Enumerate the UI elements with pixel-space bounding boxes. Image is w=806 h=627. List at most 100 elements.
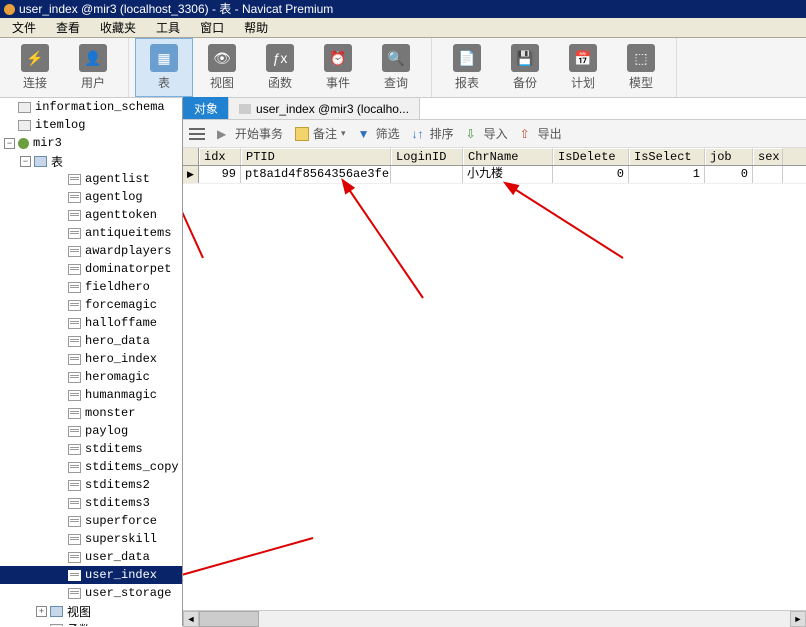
collapse-icon[interactable]: − (20, 156, 31, 167)
sort-button[interactable]: ↓↑ 排序 (412, 125, 454, 142)
tree-item[interactable]: humanmagic (0, 386, 182, 404)
table-icon (68, 480, 81, 491)
scroll-right-arrow[interactable]: ► (790, 611, 806, 627)
scroll-track[interactable] (199, 611, 790, 627)
start-transaction-button[interactable]: ▶ 开始事务 (217, 125, 283, 142)
filter-button[interactable]: ▼ 筛选 (358, 125, 400, 142)
tree-item[interactable]: information_schema (0, 98, 182, 116)
tree-item[interactable]: agentlist (0, 170, 182, 188)
tool-报表[interactable]: 📄报表 (438, 38, 496, 97)
tree-item[interactable]: −表 (0, 152, 182, 170)
cell-sex[interactable] (753, 166, 783, 183)
data-grid[interactable]: idxPTIDLoginIDChrNameIsDeleteIsSelectjob… (183, 148, 806, 610)
tree-item[interactable]: itemlog (0, 116, 182, 134)
object-tree-sidebar[interactable]: information_schemaitemlog−mir3−表agentlis… (0, 98, 183, 626)
table-action-bar: ▶ 开始事务 备注 ▾ ▼ 筛选 ↓↑ 排序 ⇩ 导入 ⇧ 导出 (183, 120, 806, 148)
app-icon (4, 4, 15, 15)
column-header-IsSelect[interactable]: IsSelect (629, 148, 705, 165)
tree-item[interactable]: stditems3 (0, 494, 182, 512)
menu-view[interactable]: 查看 (46, 17, 90, 38)
tab-user-index[interactable]: user_index @mir3 (localho... (228, 97, 420, 119)
table-icon (68, 174, 81, 185)
tool-计划[interactable]: 📅计划 (554, 38, 612, 97)
tool-用户[interactable]: 👤用户 (64, 38, 122, 97)
cell-IsSelect[interactable]: 1 (629, 166, 705, 183)
cell-LoginID[interactable] (391, 166, 463, 183)
table-icon (68, 498, 81, 509)
column-header-LoginID[interactable]: LoginID (391, 148, 463, 165)
column-header-ChrName[interactable]: ChrName (463, 148, 553, 165)
tree-item[interactable]: dominatorpet (0, 260, 182, 278)
column-header-idx[interactable]: idx (199, 148, 241, 165)
import-icon: ⇩ (466, 127, 480, 141)
chevron-down-icon: ▾ (341, 128, 346, 139)
tree-item[interactable]: halloffame (0, 314, 182, 332)
tree-item[interactable]: +视图 (0, 602, 182, 620)
tree-item[interactable]: hero_data (0, 332, 182, 350)
memo-button[interactable]: 备注 ▾ (295, 125, 346, 142)
tree-item[interactable]: superforce (0, 512, 182, 530)
menu-help[interactable]: 帮助 (234, 17, 278, 38)
scroll-left-arrow[interactable]: ◄ (183, 611, 199, 627)
table-icon (68, 372, 81, 383)
tree-item[interactable]: monster (0, 404, 182, 422)
tree-item[interactable]: heromagic (0, 368, 182, 386)
tool-视图[interactable]: 👁视图 (193, 38, 251, 97)
tree-item[interactable]: stditems_copy (0, 458, 182, 476)
import-button[interactable]: ⇩ 导入 (466, 125, 508, 142)
table-icon (68, 408, 81, 419)
tree-item[interactable]: paylog (0, 422, 182, 440)
scroll-thumb[interactable] (199, 611, 259, 627)
sidebar-splitter[interactable] (178, 98, 182, 626)
table-icon (68, 390, 81, 401)
tool-连接[interactable]: ⚡连接 (6, 38, 64, 97)
tool-查询[interactable]: 🔍查询 (367, 38, 425, 97)
column-header-job[interactable]: job (705, 148, 753, 165)
tab-objects[interactable]: 对象 (183, 97, 229, 119)
cell-PTID[interactable]: pt8a1d4f8564356ae3fe (241, 166, 391, 183)
tree-item[interactable]: hero_index (0, 350, 182, 368)
export-button[interactable]: ⇧ 导出 (520, 125, 562, 142)
tool-事件[interactable]: ⏰事件 (309, 38, 367, 97)
window-title: user_index @mir3 (localhost_3306) - 表 - … (19, 0, 333, 18)
tree-item[interactable]: awardplayers (0, 242, 182, 260)
tool-icon: ⚡ (21, 44, 49, 72)
collapse-icon[interactable]: − (4, 138, 15, 149)
tree-item[interactable]: antiqueitems (0, 224, 182, 242)
hamburger-icon[interactable] (189, 128, 205, 140)
tree-item[interactable]: −mir3 (0, 134, 182, 152)
tool-备份[interactable]: 💾备份 (496, 38, 554, 97)
menu-tools[interactable]: 工具 (146, 17, 190, 38)
tree-item[interactable]: stditems (0, 440, 182, 458)
cell-ChrName[interactable]: 小九楼 (463, 166, 553, 183)
tree-item[interactable]: stditems2 (0, 476, 182, 494)
table-icon (68, 210, 81, 221)
tool-表[interactable]: ▦表 (135, 38, 193, 97)
tree-item[interactable]: fieldhero (0, 278, 182, 296)
menu-file[interactable]: 文件 (2, 17, 46, 38)
tree-item[interactable]: user_storage (0, 584, 182, 602)
tree-item[interactable]: forcemagic (0, 296, 182, 314)
column-header-IsDelete[interactable]: IsDelete (553, 148, 629, 165)
tool-函数[interactable]: ƒx函数 (251, 38, 309, 97)
column-header-sex[interactable]: sex (753, 148, 783, 165)
table-row[interactable]: ▶99pt8a1d4f8564356ae3fe小九楼010 (183, 166, 806, 184)
column-header-PTID[interactable]: PTID (241, 148, 391, 165)
tool-模型[interactable]: ⬚模型 (612, 38, 670, 97)
menu-favorites[interactable]: 收藏夹 (90, 17, 146, 38)
cell-job[interactable]: 0 (705, 166, 753, 183)
tree-item[interactable]: agenttoken (0, 206, 182, 224)
horizontal-scrollbar[interactable]: ◄ ► (183, 610, 806, 626)
tree-item[interactable]: user_index (0, 566, 182, 584)
table-icon (68, 336, 81, 347)
tree-item[interactable]: user_data (0, 548, 182, 566)
table-icon (68, 318, 81, 329)
play-icon: ▶ (217, 127, 231, 141)
tree-item[interactable]: agentlog (0, 188, 182, 206)
cell-idx[interactable]: 99 (199, 166, 241, 183)
menu-window[interactable]: 窗口 (190, 17, 234, 38)
cell-IsDelete[interactable]: 0 (553, 166, 629, 183)
expand-icon[interactable]: + (36, 606, 47, 617)
tree-item[interactable]: superskill (0, 530, 182, 548)
tree-item[interactable]: fx函数 (0, 620, 182, 626)
